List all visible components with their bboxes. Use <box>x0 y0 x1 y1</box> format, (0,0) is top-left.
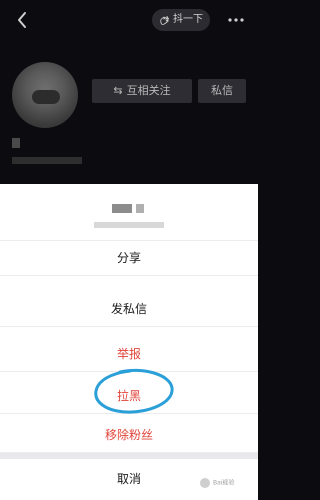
blurred-user-id <box>12 157 82 164</box>
message-label: 私信 <box>211 84 233 97</box>
report-option[interactable]: 举报 <box>0 336 258 372</box>
shake-button[interactable]: 抖一下 <box>152 9 210 31</box>
chevron-left-icon <box>18 12 26 28</box>
block-option[interactable]: 拉黑 <box>0 378 258 414</box>
mutual-follow-label: 互相关注 <box>126 84 171 97</box>
more-button[interactable] <box>226 10 246 30</box>
blurred-sheet-username-tail <box>136 204 144 213</box>
avatar[interactable] <box>12 62 78 128</box>
shake-label: 抖一下 <box>173 14 203 25</box>
share-option[interactable]: 分享 <box>0 240 258 276</box>
mutual-follow-button[interactable]: ⇆ 互相关注 <box>92 79 192 103</box>
back-button[interactable] <box>12 9 34 31</box>
message-button[interactable]: 私信 <box>198 79 246 103</box>
hand-wave-icon <box>160 15 169 25</box>
more-dots-icon <box>228 18 244 22</box>
blurred-sheet-user-id <box>94 222 164 228</box>
swap-arrows-icon: ⇆ <box>113 84 123 97</box>
top-bar: 抖一下 <box>0 0 258 42</box>
blurred-username <box>12 138 20 148</box>
send-message-option[interactable]: 发私信 <box>0 291 258 327</box>
cancel-button[interactable]: 取消 <box>0 459 258 500</box>
remove-follower-option[interactable]: 移除粉丝 <box>0 417 258 453</box>
blurred-sheet-username <box>112 204 132 213</box>
sheet-header <box>0 184 258 241</box>
action-sheet: 分享 发私信 举报 拉黑 移除粉丝 取消 <box>0 184 258 500</box>
